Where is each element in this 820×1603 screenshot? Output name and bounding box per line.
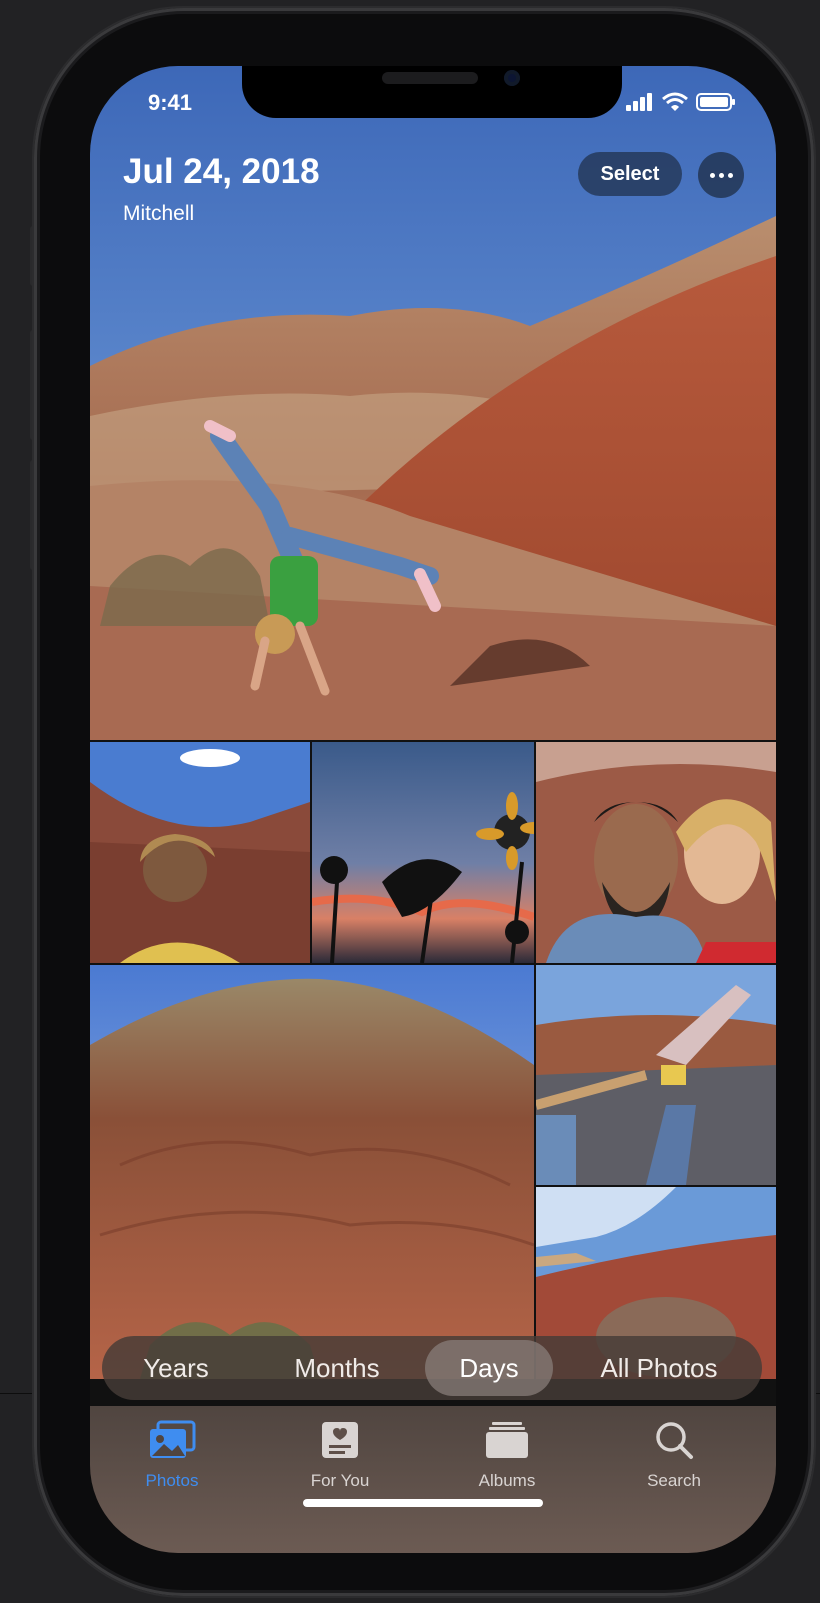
for-you-icon — [322, 1422, 358, 1458]
photo-thumbnail-sunflowers[interactable] — [312, 742, 534, 963]
phone-screen: 9:41 Jul 24, 2018 Mitchell Select Years … — [90, 66, 776, 1553]
segment-days[interactable]: Days — [425, 1340, 553, 1396]
albums-icon — [486, 1422, 528, 1458]
wifi-icon — [662, 92, 688, 111]
cellular-signal-icon — [626, 93, 652, 111]
tab-albums-label: Albums — [478, 1471, 536, 1490]
tab-bar: Photos For You Albums Search — [90, 1406, 776, 1553]
tab-for-you-label: For You — [310, 1471, 370, 1490]
time-scope-segmented-control: Years Months Days All Photos — [102, 1336, 762, 1400]
home-indicator[interactable] — [303, 1499, 543, 1507]
segment-months[interactable]: Months — [262, 1336, 412, 1400]
photo-thumbnail-couple-selfie[interactable] — [536, 742, 776, 963]
ellipsis-icon — [709, 172, 733, 178]
tab-for-you[interactable]: For You — [280, 1420, 400, 1491]
front-camera — [504, 70, 520, 86]
photos-icon — [150, 1420, 196, 1458]
tab-albums[interactable]: Albums — [447, 1420, 567, 1491]
status-icons — [626, 92, 736, 112]
tab-photos-label: Photos — [145, 1471, 199, 1490]
search-icon — [656, 1422, 693, 1459]
notch — [242, 66, 622, 118]
segment-all-photos[interactable]: All Photos — [564, 1336, 754, 1400]
photo-large-hill[interactable] — [90, 965, 534, 1379]
photo-thumbnail-boy[interactable] — [90, 742, 310, 963]
battery-icon — [696, 93, 735, 111]
tab-photos[interactable]: Photos — [112, 1420, 232, 1491]
location-subtitle: Mitchell — [123, 202, 195, 225]
date-title: Jul 24, 2018 — [123, 152, 320, 191]
tab-search-label: Search — [647, 1471, 701, 1490]
tab-search[interactable]: Search — [614, 1420, 734, 1491]
speaker-grille — [382, 72, 478, 84]
photo-thumbnail-shoes[interactable] — [536, 965, 776, 1185]
more-options-button[interactable] — [698, 152, 744, 198]
status-time: 9:41 — [148, 90, 193, 115]
segment-years[interactable]: Years — [116, 1336, 236, 1400]
select-button[interactable]: Select — [578, 152, 682, 196]
